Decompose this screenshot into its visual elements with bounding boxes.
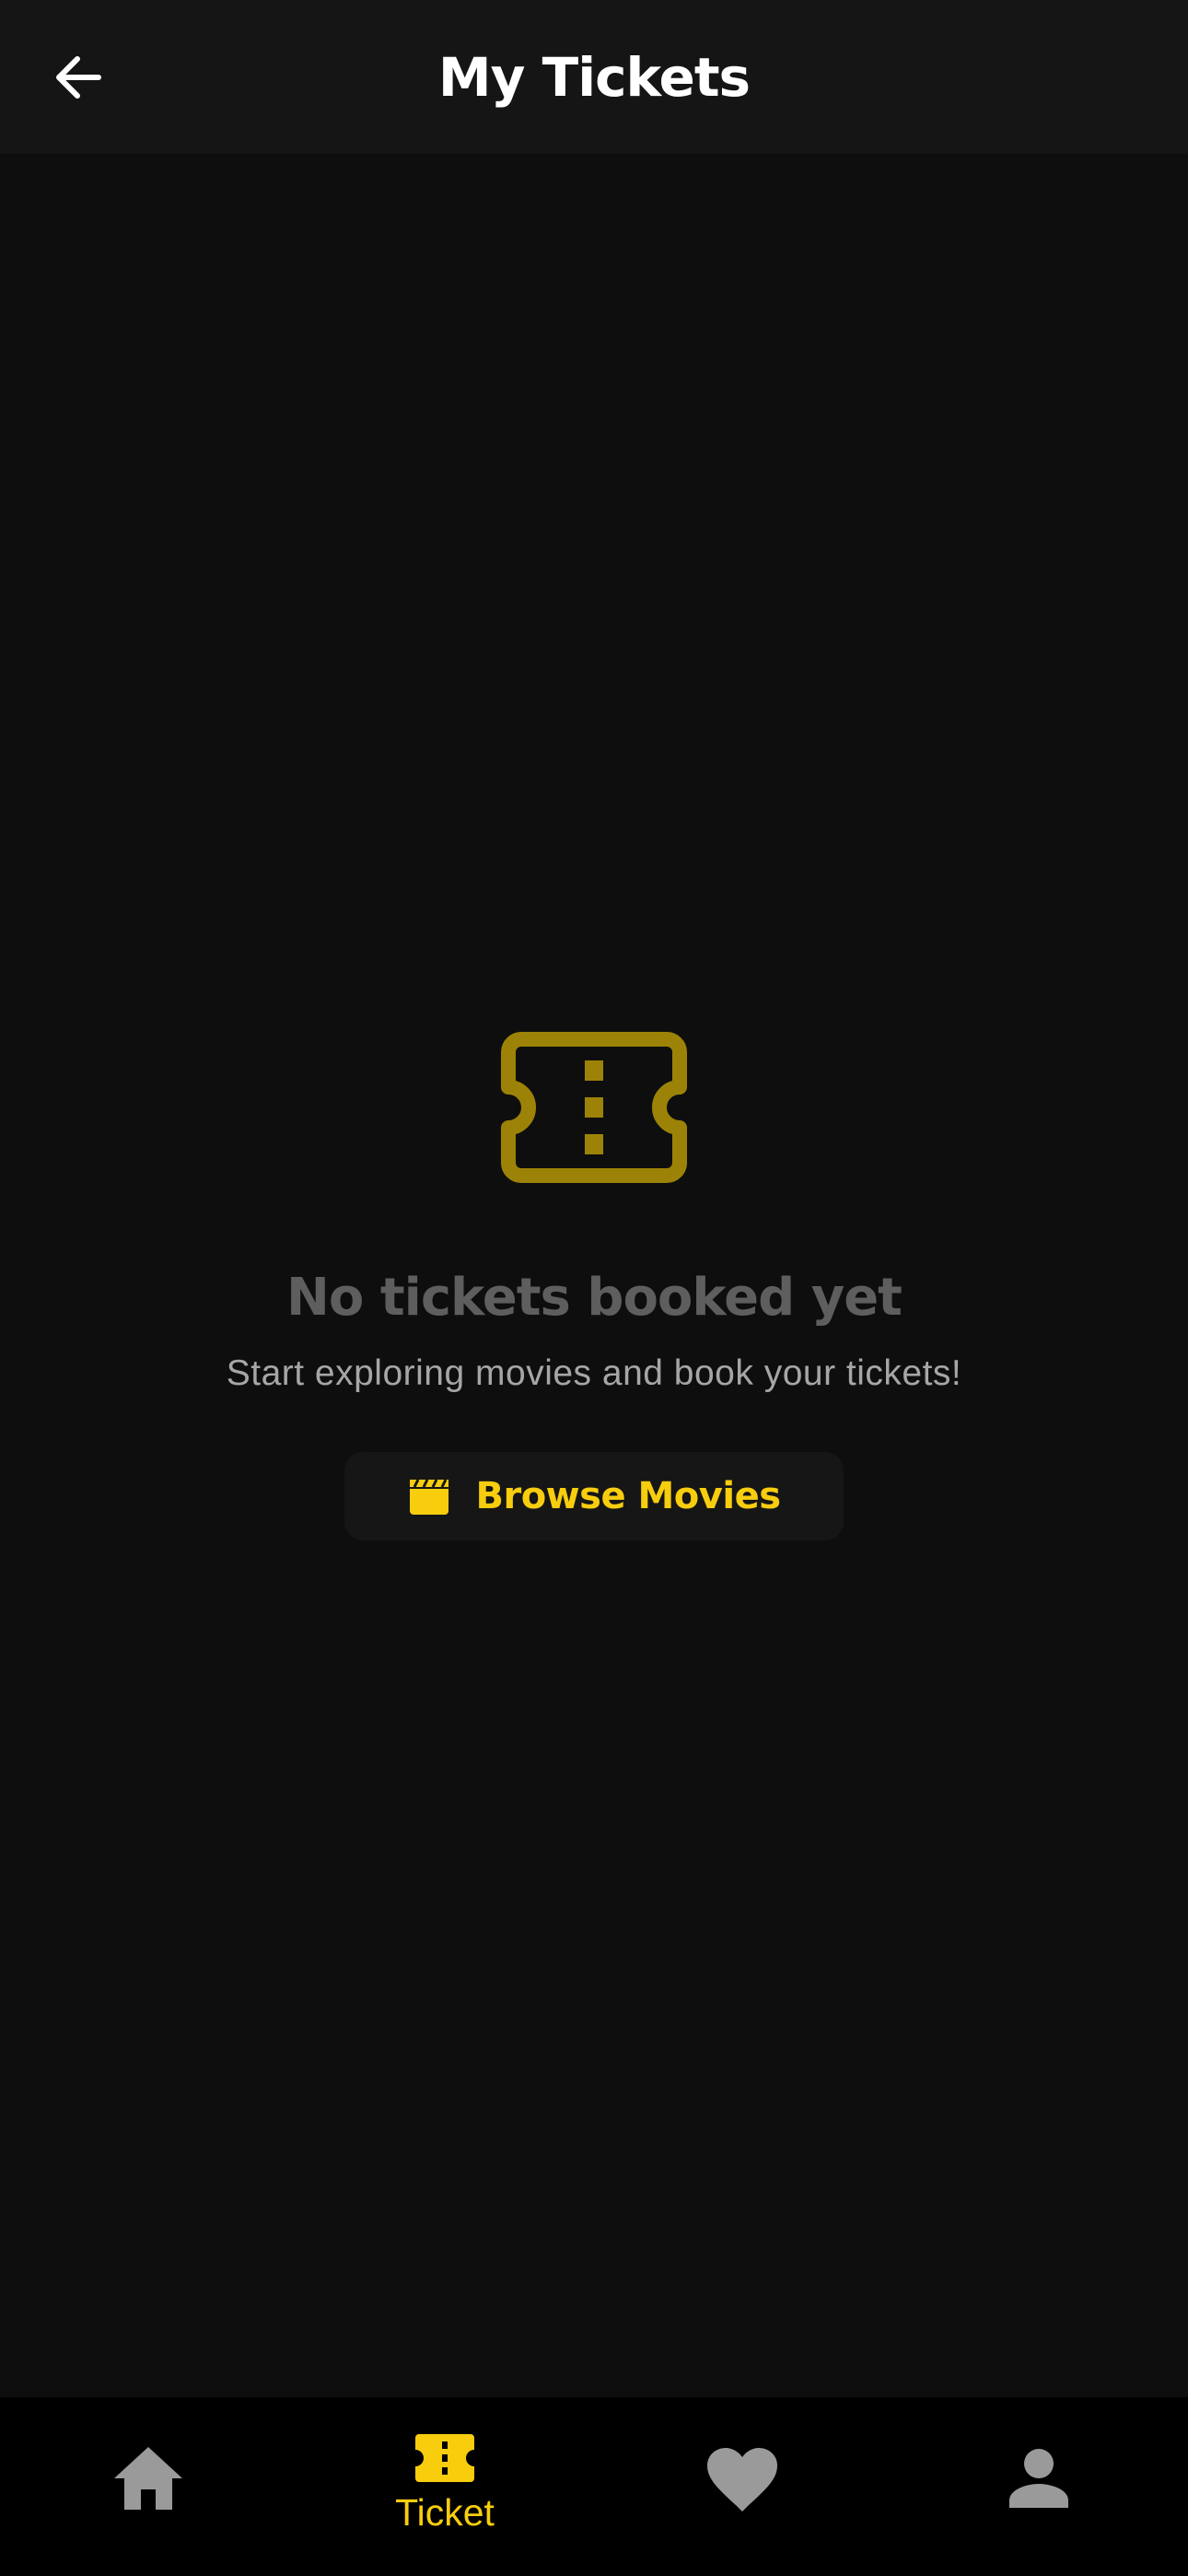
empty-state-subtitle: Start exploring movies and book your tic…	[226, 1353, 962, 1393]
clapperboard-icon	[410, 1479, 449, 1515]
arrow-left-icon	[56, 56, 101, 99]
nav-item-profile[interactable]	[947, 2397, 1131, 2576]
home-icon	[114, 2447, 182, 2510]
nav-item-home[interactable]	[56, 2397, 240, 2576]
page-title: My Tickets	[437, 45, 751, 109]
heart-icon	[707, 2448, 777, 2512]
nav-item-favorites[interactable]	[650, 2397, 834, 2576]
nav-item-ticket[interactable]: Ticket	[353, 2397, 537, 2576]
ticket-icon	[501, 1032, 687, 1183]
ticket-icon	[415, 2434, 474, 2482]
empty-state-title: No tickets booked yet	[286, 1268, 903, 1328]
bottom-nav: Ticket	[0, 2397, 1188, 2576]
back-button[interactable]	[41, 36, 114, 119]
empty-state: No tickets booked yet Start exploring mo…	[0, 1032, 1188, 1540]
person-icon	[1009, 2449, 1068, 2508]
browse-movies-button[interactable]: Browse Movies	[344, 1452, 844, 1540]
browse-movies-label: Browse Movies	[475, 1475, 781, 1517]
nav-label-ticket: Ticket	[395, 2491, 495, 2534]
app-bar: My Tickets	[0, 0, 1188, 154]
